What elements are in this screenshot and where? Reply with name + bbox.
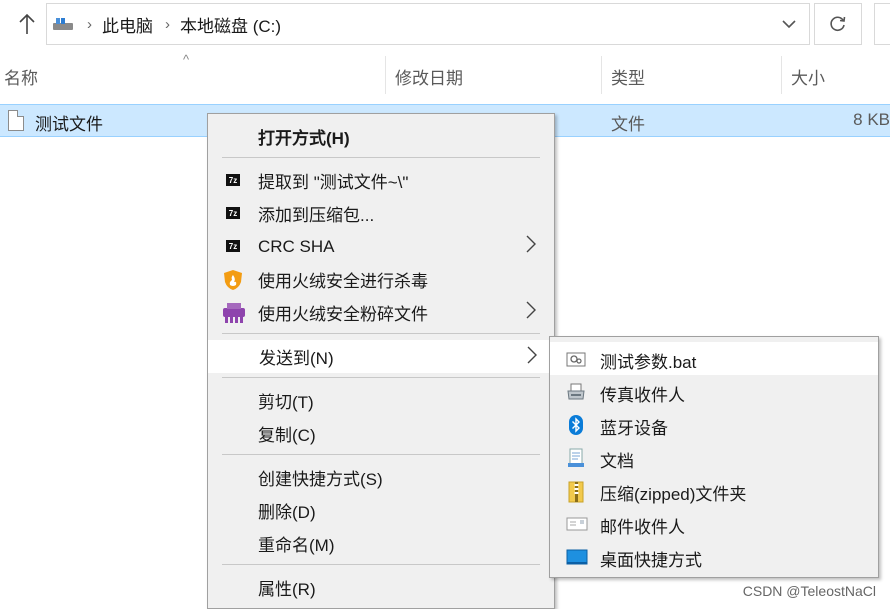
menu-item-rename[interactable]: 重命名(M) xyxy=(208,527,554,560)
refresh-icon xyxy=(830,16,846,32)
menu-separator xyxy=(222,564,540,565)
menu-item-label: 删除(D) xyxy=(258,503,316,522)
7zip-icon: 7z xyxy=(226,240,240,252)
file-icon xyxy=(8,110,24,131)
menu-item-shred[interactable]: 使用火绒安全粉碎文件 xyxy=(208,296,554,329)
menu-item-properties[interactable]: 属性(R) xyxy=(208,571,554,604)
chevron-right-icon[interactable]: › xyxy=(165,16,170,33)
bluetooth-icon xyxy=(566,415,586,435)
column-headers: ^ 名称 修改日期 类型 大小 xyxy=(0,52,890,98)
menu-item-delete[interactable]: 删除(D) xyxy=(208,494,554,527)
refresh-button[interactable] xyxy=(814,3,862,45)
menu-item-send-to[interactable]: 发送到(N) xyxy=(208,340,554,373)
menu-item-label: 发送到(N) xyxy=(259,349,334,368)
menu-item-label: CRC SHA xyxy=(258,236,335,256)
file-size: 8 KB xyxy=(853,110,890,129)
column-divider[interactable] xyxy=(781,56,782,94)
search-box[interactable] xyxy=(874,3,890,45)
column-header-date[interactable]: 修改日期 xyxy=(395,64,463,89)
send-to-item-mail[interactable]: 邮件收件人 xyxy=(550,507,878,540)
send-to-item-desktop[interactable]: 桌面快捷方式 xyxy=(550,540,878,573)
watermark: CSDN @TeleostNaCl xyxy=(742,583,876,599)
mail-icon xyxy=(566,514,588,534)
menu-item-label: 使用火绒安全粉碎文件 xyxy=(258,305,428,324)
7zip-icon: 7z xyxy=(226,174,240,186)
send-to-submenu: 测试参数.bat 传真收件人 蓝牙设备 文档 压缩(zipped)文件夹 邮件收… xyxy=(549,336,879,578)
menu-item-label: 添加到压缩包... xyxy=(258,206,375,225)
menu-item-extract-to[interactable]: 7z 提取到 "测试文件~\" xyxy=(208,164,554,197)
menu-item-label: 打开方式(H) xyxy=(258,129,350,148)
send-to-item-zip[interactable]: 压缩(zipped)文件夹 xyxy=(550,474,878,507)
send-to-item-bat[interactable]: 测试参数.bat xyxy=(550,342,878,375)
breadcrumb-this-pc[interactable]: 此电脑 xyxy=(102,12,153,37)
menu-separator xyxy=(222,333,540,334)
send-to-item-label: 蓝牙设备 xyxy=(600,419,668,438)
7zip-icon: 7z xyxy=(226,207,240,219)
menu-item-open-with[interactable]: 打开方式(H) xyxy=(208,120,554,153)
menu-item-cut[interactable]: 剪切(T) xyxy=(208,384,554,417)
menu-item-add-to-archive[interactable]: 7z 添加到压缩包... xyxy=(208,197,554,230)
menu-item-copy[interactable]: 复制(C) xyxy=(208,417,554,450)
chevron-right-icon xyxy=(526,301,536,324)
column-header-size[interactable]: 大小 xyxy=(791,64,825,89)
column-divider[interactable] xyxy=(385,56,386,94)
documents-icon xyxy=(566,448,586,468)
column-divider[interactable] xyxy=(601,56,602,94)
file-name: 测试文件 xyxy=(35,115,103,134)
menu-item-label: 重命名(M) xyxy=(258,536,335,555)
menu-item-create-shortcut[interactable]: 创建快捷方式(S) xyxy=(208,461,554,494)
send-to-item-label: 压缩(zipped)文件夹 xyxy=(600,485,747,504)
menu-separator xyxy=(222,454,540,455)
send-to-item-bluetooth[interactable]: 蓝牙设备 xyxy=(550,408,878,441)
send-to-item-label: 测试参数.bat xyxy=(600,353,697,372)
chevron-right-icon xyxy=(526,235,536,258)
file-type: 文件 xyxy=(611,115,645,134)
chevron-down-icon[interactable] xyxy=(777,12,801,36)
menu-item-label: 复制(C) xyxy=(258,426,316,445)
context-menu: 打开方式(H) 7z 提取到 "测试文件~\" 7z 添加到压缩包... 7z … xyxy=(207,113,555,609)
huorong-shield-icon xyxy=(223,269,243,291)
column-header-name[interactable]: 名称 xyxy=(4,64,38,89)
desktop-icon xyxy=(566,547,588,567)
menu-item-label: 剪切(T) xyxy=(258,393,314,412)
breadcrumb-drive-c[interactable]: 本地磁盘 (C:) xyxy=(180,12,281,37)
up-arrow-icon xyxy=(19,13,35,34)
navigation-bar: › › 此电脑 › 本地磁盘 (C:) xyxy=(0,0,890,50)
send-to-item-fax[interactable]: 传真收件人 xyxy=(550,375,878,408)
column-header-type[interactable]: 类型 xyxy=(611,64,645,89)
menu-separator xyxy=(222,157,540,158)
send-to-item-label: 文档 xyxy=(600,452,634,471)
menu-item-crc-sha[interactable]: 7z CRC SHA xyxy=(208,230,554,263)
send-to-item-label: 桌面快捷方式 xyxy=(600,551,702,570)
up-arrow-button[interactable] xyxy=(16,10,38,38)
sort-ascending-icon: ^ xyxy=(183,52,190,67)
chevron-right-icon[interactable]: › xyxy=(87,16,92,33)
menu-item-label: 使用火绒安全进行杀毒 xyxy=(258,272,428,291)
menu-item-scan-virus[interactable]: 使用火绒安全进行杀毒 xyxy=(208,263,554,296)
send-to-item-label: 邮件收件人 xyxy=(600,518,685,537)
menu-item-label: 创建快捷方式(S) xyxy=(258,470,383,489)
menu-separator xyxy=(222,377,540,378)
send-to-item-documents[interactable]: 文档 xyxy=(550,441,878,474)
send-to-item-label: 传真收件人 xyxy=(600,386,685,405)
fax-icon xyxy=(566,382,586,402)
menu-item-label: 属性(R) xyxy=(258,580,316,599)
shredder-icon xyxy=(222,302,246,324)
zip-folder-icon xyxy=(566,481,586,503)
this-pc-icon xyxy=(53,17,75,31)
menu-item-label: 提取到 "测试文件~\" xyxy=(258,173,409,192)
bat-script-icon xyxy=(566,349,586,369)
address-bar[interactable]: › 此电脑 › 本地磁盘 (C:) xyxy=(46,3,810,45)
chevron-right-icon xyxy=(527,346,537,369)
